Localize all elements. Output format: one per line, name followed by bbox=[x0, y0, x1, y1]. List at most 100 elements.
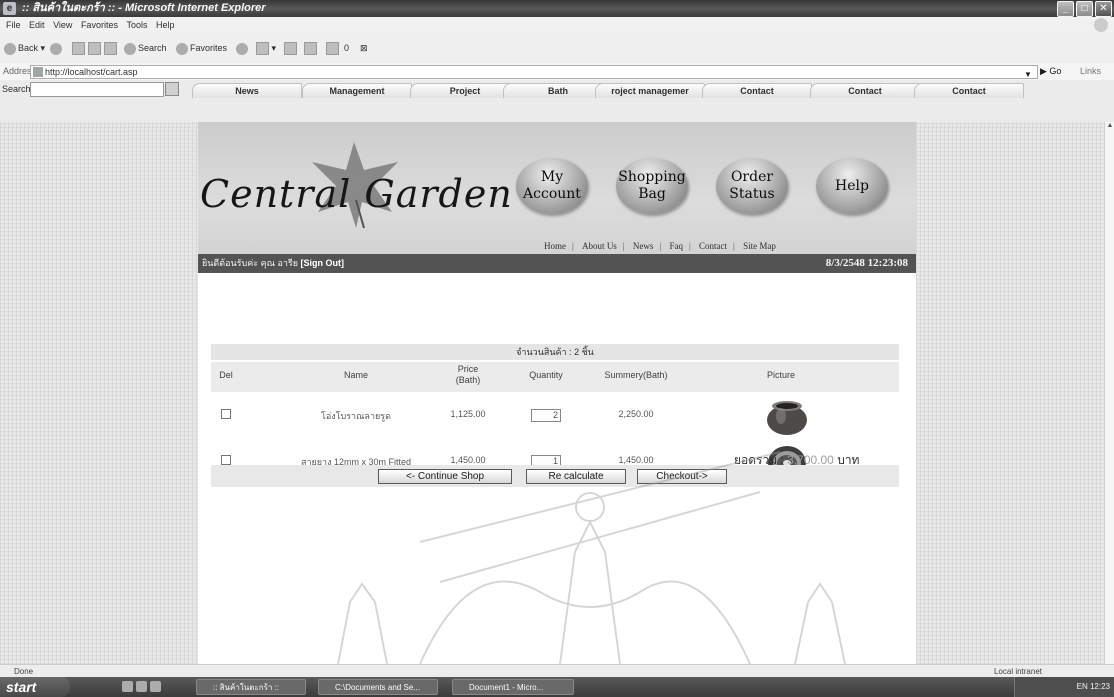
link-contact[interactable]: Contact bbox=[699, 241, 727, 251]
browser-viewport: Central Garden My Account Shopping Bag Ord… bbox=[0, 122, 1104, 664]
menu-bar: File Edit View Favorites Tools Help bbox=[0, 17, 1114, 34]
tab-project-management[interactable]: roject managemer bbox=[595, 83, 705, 98]
recalculate-button[interactable]: Re calculate bbox=[526, 469, 626, 484]
header-picture: Picture bbox=[766, 370, 795, 380]
stop-icon bbox=[72, 42, 85, 56]
shopping-bag-button[interactable]: Shopping Bag bbox=[616, 158, 688, 214]
task-explorer-window[interactable]: C:\Documents and Se... bbox=[318, 679, 438, 695]
my-account-button[interactable]: My Account bbox=[516, 158, 588, 214]
tab-contact-1[interactable]: Contact bbox=[702, 83, 812, 98]
sign-out-link[interactable]: [Sign Out] bbox=[301, 258, 345, 268]
user-bar: ยินดีต้อนรับค่ะ คุณ อารีย [Sign Out] 8/3… bbox=[198, 254, 916, 273]
cart-row: โอ่งโบราณลายรูด 1,125.00 2 2,250.00 bbox=[211, 392, 899, 438]
history-button[interactable] bbox=[236, 41, 250, 55]
link-faq[interactable]: Faq bbox=[669, 241, 683, 251]
menu-edit[interactable]: Edit bbox=[29, 17, 45, 33]
search-icon bbox=[124, 42, 136, 55]
window-title: :: สินค้าในตะกร้า :: - Microsoft Interne… bbox=[22, 2, 266, 14]
edit-icon bbox=[304, 42, 317, 56]
welcome-text: ยินดีต้อนรับค่ะ คุณ อารีย [Sign Out] bbox=[202, 258, 345, 268]
home-icon bbox=[104, 42, 117, 56]
mail-button[interactable]: ▾ bbox=[256, 41, 276, 56]
vertical-scrollbar[interactable]: ▲ bbox=[1104, 122, 1114, 664]
refresh-button[interactable] bbox=[88, 41, 101, 56]
toolbar-o-icon[interactable]: 0 bbox=[344, 41, 349, 55]
maximize-button[interactable]: □ bbox=[1076, 1, 1093, 17]
search-label: Search bbox=[2, 84, 31, 94]
quicklaunch-ie-icon[interactable] bbox=[136, 681, 147, 692]
print-button[interactable] bbox=[284, 41, 297, 56]
checkout-button[interactable]: Checkout-> bbox=[637, 469, 727, 484]
quantity-input[interactable]: 2 bbox=[531, 409, 561, 422]
forward-button[interactable] bbox=[50, 41, 64, 55]
delete-checkbox[interactable] bbox=[221, 455, 231, 465]
jar-image bbox=[767, 401, 807, 435]
search-input[interactable] bbox=[30, 82, 164, 97]
menu-file[interactable]: File bbox=[6, 17, 21, 33]
link-site-map[interactable]: Site Map bbox=[743, 241, 776, 251]
search-button[interactable]: Search bbox=[124, 41, 167, 55]
tab-contact-2[interactable]: Contact bbox=[810, 83, 920, 98]
order-status-button[interactable]: Order Status bbox=[716, 158, 788, 214]
link-about-us[interactable]: About Us bbox=[582, 241, 617, 251]
delete-checkbox[interactable] bbox=[221, 409, 231, 419]
item-summary: 2,250.00 bbox=[618, 409, 654, 419]
stop-button[interactable] bbox=[72, 41, 85, 56]
windows-logo-icon bbox=[1094, 18, 1108, 32]
start-button[interactable]: start bbox=[0, 677, 70, 697]
quicklaunch-search-icon[interactable] bbox=[150, 681, 161, 692]
item-price: 1,125.00 bbox=[450, 409, 486, 419]
standard-toolbar: Back ▾ Search Favorites ▾ 0 ⊠ bbox=[0, 33, 1114, 64]
internet-explorer-icon: e bbox=[3, 2, 16, 15]
back-button[interactable]: Back ▾ bbox=[4, 41, 45, 55]
cart-header-row: Del Name Price (Bath) Quantity Summery(B… bbox=[211, 362, 899, 392]
header-summary: Summery(Bath) bbox=[604, 370, 668, 380]
task-word-window[interactable]: Document1 - Micro... bbox=[452, 679, 574, 695]
address-bar: Address http://localhost/cart.asp ▼ ▶ Go… bbox=[0, 63, 1114, 81]
edit-button[interactable] bbox=[304, 41, 317, 56]
site-logo[interactable]: Central Garden bbox=[200, 172, 513, 216]
tab-management[interactable]: Management bbox=[302, 83, 412, 98]
address-url: http://localhost/cart.asp bbox=[45, 67, 138, 77]
site-links: Home | About Us | News | Faq | Contact | Site… bbox=[544, 241, 776, 251]
site-header: Central Garden My Account Shopping Bag Ord… bbox=[198, 122, 916, 254]
link-home[interactable]: Home bbox=[544, 241, 566, 251]
link-news[interactable]: News bbox=[633, 241, 654, 251]
discuss-button[interactable] bbox=[326, 41, 339, 56]
windows-taskbar: start :: สินค้าในตะกร้า :: C:\Documents … bbox=[0, 677, 1114, 697]
address-input[interactable]: http://localhost/cart.asp bbox=[30, 65, 1038, 79]
back-arrow-icon bbox=[4, 42, 16, 55]
header-del: Del bbox=[219, 370, 233, 380]
menu-favorites[interactable]: Favorites bbox=[81, 17, 118, 33]
task-ie-window[interactable]: :: สินค้าในตะกร้า :: bbox=[196, 679, 306, 695]
star-icon bbox=[176, 42, 188, 55]
tab-contact-3[interactable]: Contact bbox=[914, 83, 1024, 98]
cart-actions: <- Continue Shop Re calculate Checkout-> bbox=[211, 465, 899, 487]
toolbar-x-icon[interactable]: ⊠ bbox=[360, 41, 368, 55]
help-button[interactable]: Help bbox=[816, 158, 888, 214]
home-button[interactable] bbox=[104, 41, 117, 56]
continue-shop-button[interactable]: <- Continue Shop bbox=[378, 469, 512, 484]
history-icon bbox=[236, 42, 248, 55]
scroll-up-icon[interactable]: ▲ bbox=[1105, 122, 1114, 129]
cart-item-count: จำนวนสินค้า : 2 ชิ้น bbox=[211, 344, 899, 360]
menu-help[interactable]: Help bbox=[156, 17, 175, 33]
close-button[interactable]: ✕ bbox=[1095, 1, 1112, 17]
favorites-button[interactable]: Favorites bbox=[176, 41, 227, 55]
print-icon bbox=[284, 42, 297, 56]
current-datetime: 8/3/2548 12:23:08 bbox=[825, 257, 908, 269]
tab-news[interactable]: News bbox=[192, 83, 302, 98]
go-button[interactable]: ▶ Go bbox=[1040, 63, 1061, 80]
search-go-button[interactable] bbox=[165, 82, 179, 96]
menu-tools[interactable]: Tools bbox=[126, 17, 147, 33]
menu-view[interactable]: View bbox=[53, 17, 72, 33]
quicklaunch-desktop-icon[interactable] bbox=[122, 681, 133, 692]
window-title-bar: e :: สินค้าในตะกร้า :: - Microsoft Inter… bbox=[0, 0, 1114, 17]
page-icon bbox=[33, 67, 43, 77]
forward-arrow-icon bbox=[50, 42, 62, 55]
mail-icon bbox=[256, 42, 269, 56]
search-tab-bar: Search News Management Project Bath roje… bbox=[0, 80, 1114, 122]
minimize-button[interactable]: _ bbox=[1057, 1, 1074, 17]
links-button[interactable]: Links bbox=[1080, 63, 1101, 80]
system-tray: EN 12:23 bbox=[1014, 677, 1114, 697]
